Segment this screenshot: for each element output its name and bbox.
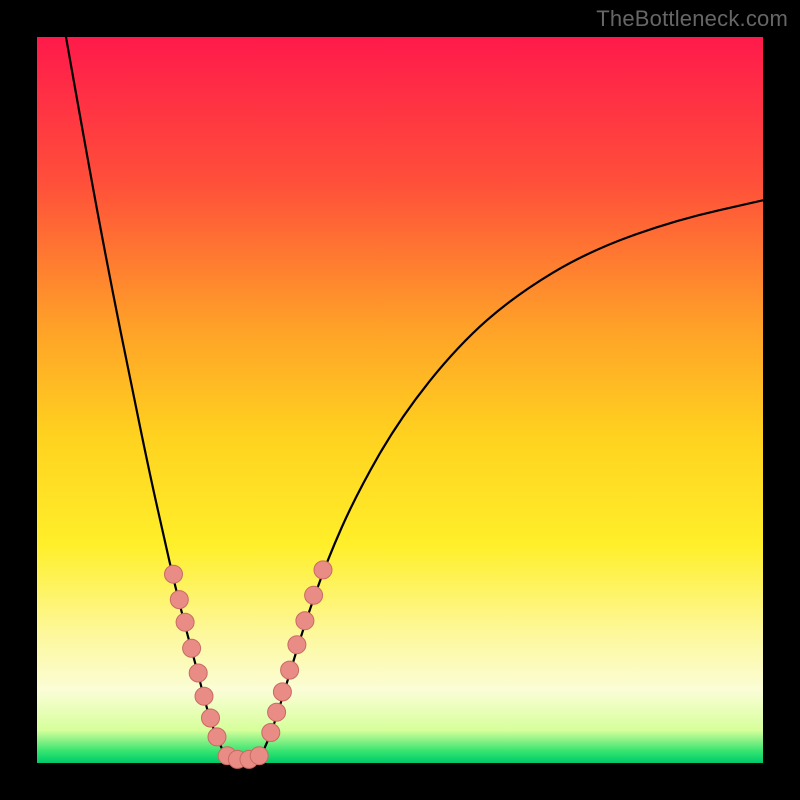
data-marker xyxy=(305,586,323,604)
bottleneck-curve xyxy=(66,37,763,759)
data-marker xyxy=(195,687,213,705)
data-marker xyxy=(183,639,201,657)
data-marker xyxy=(165,565,183,583)
data-marker xyxy=(176,613,194,631)
data-marker xyxy=(281,661,299,679)
data-marker xyxy=(262,724,280,742)
data-marker xyxy=(208,728,226,746)
outer-frame: TheBottleneck.com xyxy=(0,0,800,800)
data-marker xyxy=(170,591,188,609)
data-marker xyxy=(202,709,220,727)
data-marker xyxy=(314,561,332,579)
data-marker xyxy=(288,636,306,654)
data-marker xyxy=(273,683,291,701)
data-marker xyxy=(268,703,286,721)
chart-svg xyxy=(0,0,800,800)
data-marker xyxy=(189,664,207,682)
data-marker xyxy=(296,612,314,630)
data-marker xyxy=(250,747,268,765)
